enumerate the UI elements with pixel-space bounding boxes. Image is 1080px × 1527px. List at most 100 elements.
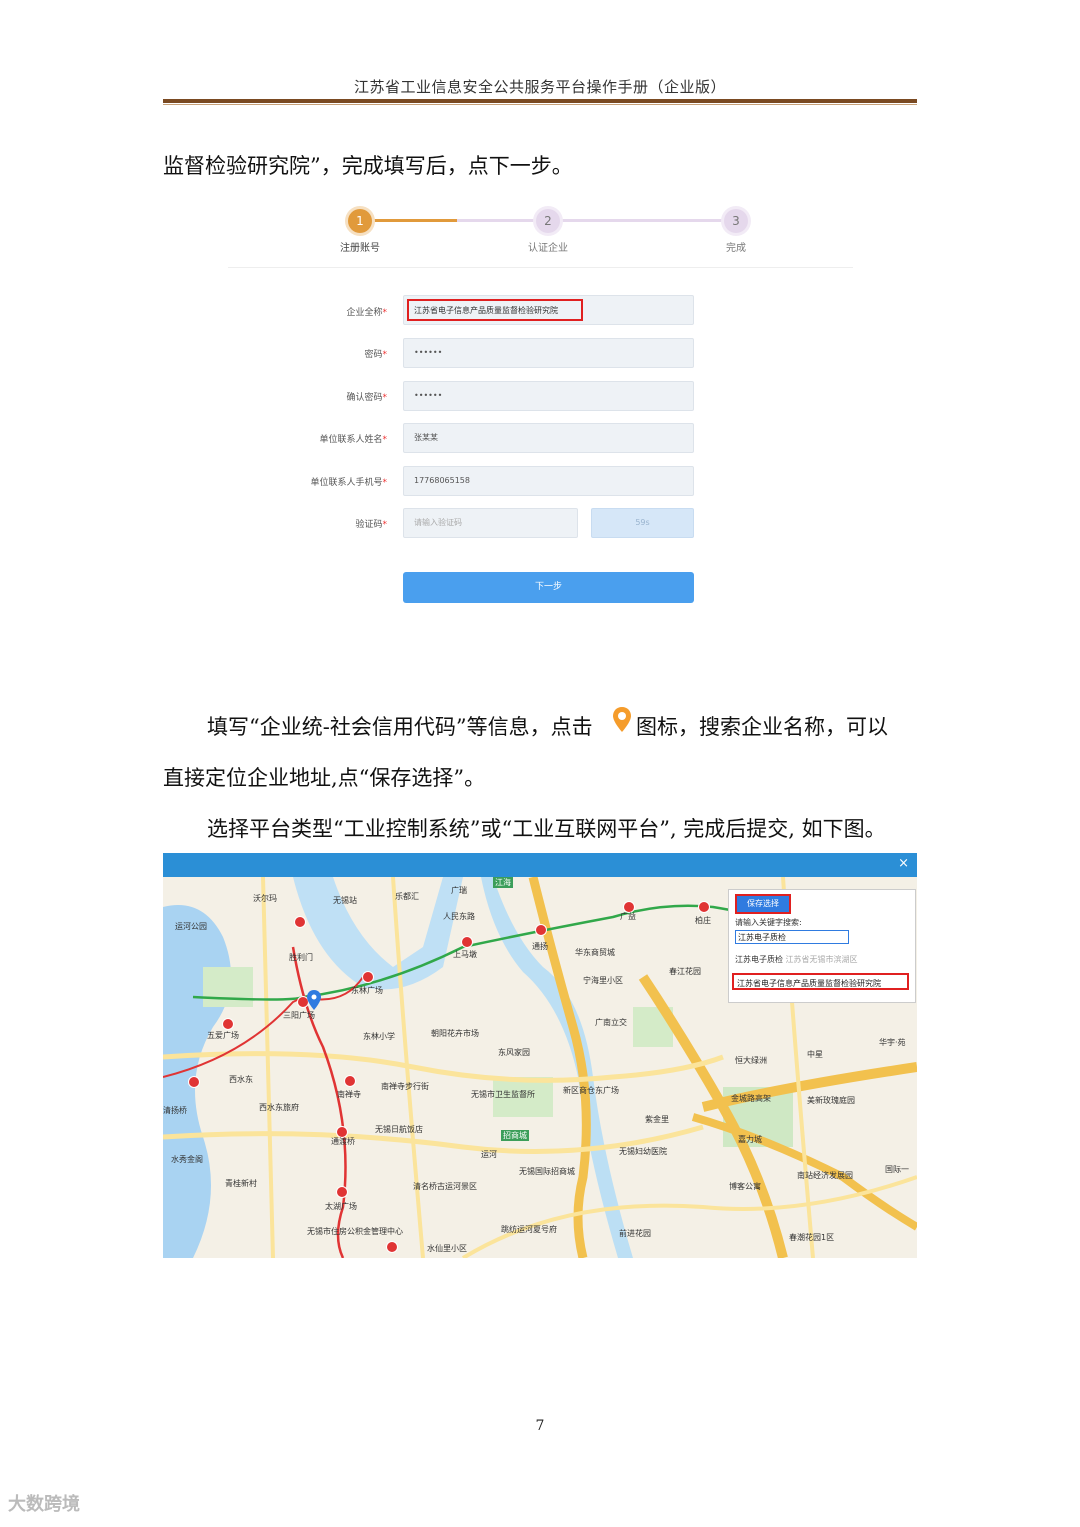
- metro-station-icon: [362, 971, 374, 983]
- map-label: 朝阳花卉市场: [431, 1029, 479, 1038]
- map-label: 无锡站: [333, 896, 357, 905]
- paragraph-1: 监督检验研究院”，完成填写后，点下一步。: [163, 154, 573, 178]
- location-pin-icon: [612, 706, 632, 734]
- step-2-label: 认证企业: [528, 243, 568, 254]
- map-label: 宁海里小区: [583, 976, 623, 985]
- map-label: 南禅寺: [337, 1090, 361, 1099]
- close-icon[interactable]: ×: [898, 856, 909, 871]
- map-label: 人民东路: [443, 912, 475, 921]
- search-prompt: 请输入关键字搜索:: [735, 918, 802, 927]
- map-label: 华宇·苑: [879, 1038, 906, 1047]
- metro-station-icon: [294, 916, 306, 928]
- metro-station-icon: [344, 1075, 356, 1087]
- map-label: 跳纺运河夏号府: [501, 1225, 557, 1234]
- step-2-circle: 2: [536, 209, 560, 233]
- map-label: 青桂新村: [225, 1179, 257, 1188]
- map-label: 广南立交: [595, 1018, 627, 1027]
- metro-station-icon: [461, 936, 473, 948]
- captcha-input[interactable]: 请输入验证码: [403, 508, 578, 538]
- map-label: 无锡市卫生监督所: [471, 1090, 535, 1099]
- step-3-circle: 3: [724, 209, 748, 233]
- map-label: 清扬桥: [163, 1106, 187, 1115]
- map-label: 江海: [493, 877, 513, 888]
- watermark: 大数跨境: [8, 1494, 80, 1515]
- contact-name-input[interactable]: 张某某: [403, 423, 694, 453]
- form-divider: [228, 267, 853, 268]
- confirm-password-input[interactable]: ••••••: [403, 381, 694, 411]
- map-label: 金城路高架: [731, 1094, 771, 1103]
- password-input[interactable]: ••••••: [403, 338, 694, 368]
- confirm-password-label: 确认密码*: [346, 393, 387, 403]
- map-label: 东林小学: [363, 1032, 395, 1041]
- captcha-label: 验证码*: [355, 520, 387, 530]
- map-label: 嘉力城: [738, 1135, 762, 1144]
- map-location-marker-icon: [307, 990, 321, 1010]
- map-label: 南站经济发展园: [797, 1171, 853, 1180]
- map-label: 美新玫瑰庭园: [807, 1096, 855, 1105]
- document-header-title: 江苏省工业信息安全公共服务平台操作手册（企业版）: [353, 78, 726, 96]
- map-label: 博客公寓: [729, 1182, 761, 1191]
- map-label: 乐都汇: [395, 892, 419, 901]
- map-search-input[interactable]: 江苏电子质检: [735, 930, 849, 944]
- map-label: 春潮花园1区: [789, 1233, 835, 1242]
- map-label: 春江花园: [669, 967, 701, 976]
- step-progress-line: [371, 219, 457, 222]
- map-label: 国际一: [885, 1165, 909, 1174]
- paragraph-3: 直接定位企业地址,点“保存选择”。: [163, 766, 486, 790]
- step-1-label: 注册账号: [340, 243, 380, 254]
- map-label: 通扬: [532, 942, 548, 951]
- search-result-1[interactable]: 江苏电子质检 江苏省无锡市滨湖区: [735, 954, 858, 965]
- map-label: 广瑞: [451, 886, 467, 895]
- contact-phone-input[interactable]: 17768065158: [403, 466, 694, 496]
- map-label: 新区商仓东广场: [563, 1086, 619, 1095]
- step-1-circle: 1: [348, 209, 372, 233]
- metro-station-icon: [222, 1018, 234, 1030]
- map-search-panel: 保存选择 请输入关键字搜索: 江苏电子质检 江苏电子质检 江苏省无锡市滨湖区 江…: [728, 889, 916, 1003]
- header-rule: [163, 99, 917, 103]
- map-label: 恒大绿洲: [735, 1056, 767, 1065]
- map-label: 运河公园: [175, 922, 207, 931]
- header-rule-thin: [163, 104, 917, 105]
- map-label: 太湖广场: [325, 1202, 357, 1211]
- company-name-value: 江苏省电子信息产品质量监督检验研究院: [407, 299, 583, 321]
- step-3-label: 完成: [726, 243, 746, 254]
- map-label: 沃尔玛: [253, 894, 277, 903]
- send-code-countdown-button[interactable]: 59s: [591, 508, 694, 538]
- map-label: 东林广场: [351, 986, 383, 995]
- map-label: 华东商贸城: [575, 948, 615, 957]
- step-remaining-line: [457, 219, 727, 222]
- company-name-label: 企业全称*: [346, 308, 387, 318]
- map-label: 西水东旅府: [259, 1103, 299, 1112]
- map-label: 柏庄: [695, 916, 711, 925]
- metro-station-icon: [698, 901, 710, 913]
- paragraph-2a: 填写“企业统-社会信用代码”等信息，点击: [207, 715, 593, 739]
- paragraph-2b: 图标，搜索企业名称，可以: [636, 715, 888, 739]
- map-label: 中星: [807, 1050, 823, 1059]
- map-label: 紫金里: [645, 1115, 669, 1124]
- search-result-2[interactable]: 江苏省电子信息产品质量监督检验研究院: [732, 973, 909, 990]
- map-label: 无锡市住房公积金管理中心: [307, 1227, 403, 1236]
- map-label: 五爱广场: [207, 1031, 239, 1040]
- registration-form-screenshot: 1 2 3 注册账号 认证企业 完成 企业全称* 江苏省电子信息产品质量监督检验…: [163, 195, 917, 625]
- map-label: 无锡国际招商城: [519, 1167, 575, 1176]
- map-label: 南禅寺步行街: [381, 1082, 429, 1091]
- company-name-input[interactable]: 江苏省电子信息产品质量监督检验研究院: [403, 295, 694, 325]
- map-label: 无锡妇幼医院: [619, 1147, 667, 1156]
- map-label: 水仙里小区: [427, 1244, 467, 1253]
- map-label: 广益: [620, 912, 636, 921]
- map-label: 通渡桥: [331, 1137, 355, 1146]
- page-number: 7: [535, 1418, 545, 1434]
- paragraph-4: 选择平台类型“工业控制系统”或“工业互联网平台”, 完成后提交, 如下图。: [207, 817, 886, 841]
- map-label: 三阳广场: [283, 1011, 315, 1020]
- metro-station-icon: [188, 1076, 200, 1088]
- map-label: 水秀金阁: [171, 1155, 203, 1164]
- next-step-button[interactable]: 下一步: [403, 572, 694, 603]
- map-label: 西水东: [229, 1075, 253, 1084]
- map-label: 招商城: [501, 1130, 529, 1141]
- metro-station-icon: [386, 1241, 398, 1253]
- contact-name-label: 单位联系人姓名*: [319, 435, 387, 445]
- map-label: 东风家园: [498, 1048, 530, 1057]
- contact-phone-label: 单位联系人手机号*: [310, 478, 387, 488]
- save-selection-button[interactable]: 保存选择: [735, 894, 791, 914]
- map-label: 清名桥古运河景区: [413, 1182, 477, 1191]
